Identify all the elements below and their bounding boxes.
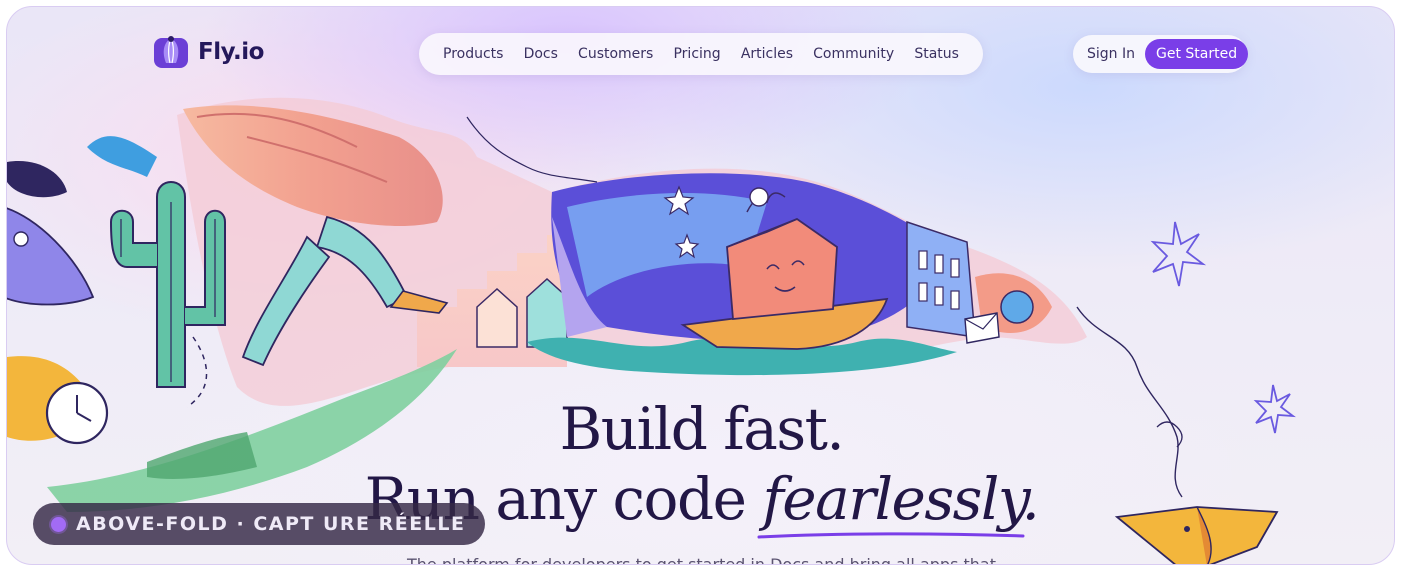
nav-item-products[interactable]: Products (443, 46, 503, 62)
badge-dot-icon (51, 516, 66, 532)
auth-actions: Sign In Get Started (1073, 35, 1249, 73)
capture-badge: ABOVE-FOLD · CAPT URE RÉELLE (33, 503, 486, 545)
nav-item-status[interactable]: Status (914, 46, 959, 62)
main-nav: Products Docs Customers Pricing Articles… (419, 33, 983, 75)
get-started-button[interactable]: Get Started (1145, 39, 1249, 69)
nav-item-pricing[interactable]: Pricing (673, 46, 720, 62)
nav-item-customers[interactable]: Customers (578, 46, 653, 62)
brand-logo[interactable]: Fly.io (153, 35, 264, 69)
sign-in-button[interactable]: Sign In (1079, 46, 1143, 62)
hero-subtext: The platform for developers to get start… (407, 555, 996, 565)
headline-underline (757, 532, 1025, 539)
nav-item-docs[interactable]: Docs (524, 46, 558, 62)
rocket-icon (7, 161, 95, 306)
page-frame: Fly.io Products Docs Customers Pricing A… (6, 6, 1395, 565)
envelope-icon (964, 312, 1000, 344)
balloon-logo-icon (154, 36, 188, 68)
nav-item-community[interactable]: Community (813, 46, 894, 62)
nav-item-articles[interactable]: Articles (741, 46, 793, 62)
hero-headline-line1: Build fast. (559, 395, 845, 463)
badge-label: ABOVE-FOLD · CAPT URE RÉELLE (76, 513, 466, 535)
hero-headline-emphasis: fearlessly. (762, 465, 1040, 533)
brand-name: Fly.io (198, 39, 264, 65)
